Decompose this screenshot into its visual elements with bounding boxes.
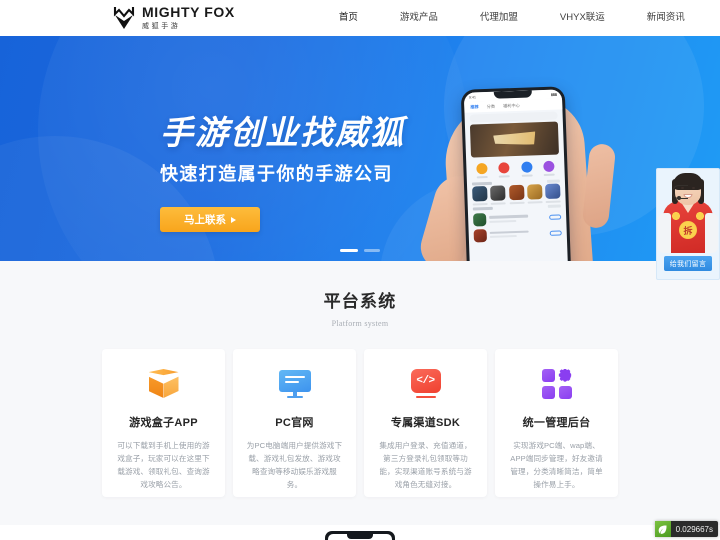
platform-card-list: 游戏盒子APP 可以下载到手机上使用的游戏盒子，玩家可以在这里下载游戏、领取礼包… bbox=[0, 349, 720, 497]
card-icon-wrap bbox=[507, 367, 606, 401]
page-root: MIGHTY FOX 威狐手游 首页 游戏产品 代理加盟 VHYX联运 新闻资讯… bbox=[0, 0, 720, 540]
phone-mockup: 9:41 ▮▮▮ 推荐 分类 福利中心 bbox=[460, 86, 572, 261]
phone-game-item bbox=[545, 183, 561, 203]
card-description: 集成用户登录、充值通道，第三方登录礼包领取等功能，实现渠道账号系统与游戏角色无缝… bbox=[379, 441, 472, 489]
card-icon-wrap: </> bbox=[376, 367, 475, 401]
phone-game-item bbox=[508, 184, 525, 205]
phone-tab-welfare: 福利中心 bbox=[502, 102, 520, 109]
leaf-performance-icon bbox=[654, 521, 671, 537]
agent-eye-right bbox=[692, 187, 695, 189]
logo-title: MIGHTY FOX bbox=[142, 4, 235, 20]
card-title: PC官网 bbox=[275, 417, 314, 429]
phone-game-item bbox=[490, 185, 506, 205]
platform-section: 平台系统 Platform system 游戏盒子APP 可以下载到手机上使用的… bbox=[0, 261, 720, 525]
card-title: 游戏盒子APP bbox=[129, 417, 198, 429]
carousel-indicators bbox=[340, 249, 380, 252]
platform-section-title: 平台系统 bbox=[323, 292, 397, 311]
platform-card-channel-sdk[interactable]: </> 专属渠道SDK 集成用户登录、充值通道，第三方登录礼包领取等功能，实现渠… bbox=[364, 349, 487, 497]
customer-service-agent-photo: 拆 bbox=[657, 169, 719, 253]
platform-card-admin-console[interactable]: 统一管理后台 实现游戏PC端、wap端、APP端同步管理，好友邀请管理，分类清晰… bbox=[495, 349, 618, 497]
blue-monitor-icon bbox=[278, 369, 311, 399]
phone-quick-icon bbox=[476, 162, 488, 179]
hero-title: 手游创业找威狐 bbox=[160, 114, 405, 151]
phone-search-bar bbox=[469, 111, 558, 123]
carousel-dot-1[interactable] bbox=[340, 249, 358, 252]
agent-arm-right bbox=[705, 213, 718, 253]
card-title: 专属渠道SDK bbox=[390, 417, 461, 429]
peek-phone-mockup bbox=[325, 531, 395, 540]
card-icon-wrap bbox=[245, 367, 344, 401]
hero-cta-label: 马上联系 bbox=[184, 214, 226, 226]
phone-tab-recommend: 推荐 bbox=[470, 104, 479, 110]
phone-game-item bbox=[472, 186, 488, 206]
performance-badge[interactable]: 0.029667s bbox=[654, 521, 718, 537]
phone-quick-icon bbox=[520, 161, 533, 177]
card-description: 为PC电脑端用户提供游戏下载、游戏礼包发放、游戏攻略查询等移动娱乐游戏服务。 bbox=[246, 441, 343, 489]
phone-game-item bbox=[526, 184, 543, 204]
phone-game-list bbox=[468, 208, 567, 243]
carousel-dot-2[interactable] bbox=[364, 249, 380, 252]
nav-item-agency[interactable]: 代理加盟 bbox=[459, 0, 539, 36]
phone-notch bbox=[493, 90, 532, 99]
nav-item-home[interactable]: 首页 bbox=[318, 0, 379, 36]
phone-quick-icon bbox=[498, 162, 511, 178]
hero-phone-illustration: 9:41 ▮▮▮ 推荐 分类 福利中心 bbox=[415, 86, 617, 261]
phone-list-item bbox=[473, 226, 562, 243]
phone-tab-category: 分类 bbox=[486, 103, 496, 109]
play-triangle-icon bbox=[231, 216, 236, 223]
red-code-brackets-icon: </> bbox=[410, 369, 441, 399]
platform-section-subtitle: Platform system bbox=[331, 319, 389, 328]
card-title: 统一管理后台 bbox=[522, 417, 591, 429]
card-description: 实现游戏PC端、wap端、APP端同步管理，好友邀请管理，分类清晰简洁，简单操作… bbox=[510, 441, 603, 489]
platform-card-game-box-app[interactable]: 游戏盒子APP 可以下载到手机上使用的游戏盒子，玩家可以在这里下载游戏、领取礼包… bbox=[102, 349, 225, 497]
phone-list-item bbox=[473, 210, 562, 227]
agent-medal-icon: 拆 bbox=[679, 221, 697, 239]
phone-game-grid bbox=[467, 183, 566, 206]
hero-banner: 手游创业找威狐 快速打造属于你的手游公司 马上联系 9:41 ▮▮▮ 推荐 分类 … bbox=[0, 36, 720, 261]
next-section-peek bbox=[0, 525, 720, 540]
phone-hero-banner bbox=[469, 121, 559, 158]
nav-item-news[interactable]: 新闻资讯 bbox=[626, 0, 706, 36]
site-logo[interactable]: MIGHTY FOX 威狐手游 bbox=[113, 5, 235, 31]
nav-item-vhyx[interactable]: VHYX联运 bbox=[539, 0, 626, 36]
performance-value: 0.029667s bbox=[675, 524, 713, 534]
agent-arm-left bbox=[658, 213, 671, 253]
site-header: MIGHTY FOX 威狐手游 首页 游戏产品 代理加盟 VHYX联运 新闻资讯 bbox=[0, 0, 720, 36]
phone-quick-icon bbox=[543, 160, 555, 177]
card-description: 可以下载到手机上使用的游戏盒子，玩家可以在这里下载游戏、领取礼包、查询游戏攻略公… bbox=[117, 441, 210, 489]
logo-subtitle: 威狐手游 bbox=[142, 23, 181, 30]
hero-cta-button[interactable]: 马上联系 bbox=[160, 207, 260, 232]
card-icon-wrap bbox=[114, 367, 213, 401]
agent-decor-left bbox=[671, 211, 681, 221]
headset-mic-icon bbox=[677, 196, 681, 200]
phone-app-tabs: 推荐 分类 福利中心 bbox=[464, 98, 563, 113]
main-navigation: 首页 游戏产品 代理加盟 VHYX联运 新闻资讯 bbox=[318, 0, 706, 36]
platform-card-pc-site[interactable]: PC官网 为PC电脑端用户提供游戏下载、游戏礼包发放、游戏攻略查询等移动娱乐游戏… bbox=[233, 349, 356, 497]
orange-box-icon bbox=[148, 369, 179, 399]
leave-message-button[interactable]: 给我们留言 bbox=[664, 256, 712, 271]
nav-item-games[interactable]: 游戏产品 bbox=[379, 0, 459, 36]
agent-decor-right bbox=[695, 211, 705, 221]
purple-grid-gear-icon bbox=[541, 369, 572, 399]
customer-service-widget[interactable]: 拆 给我们留言 bbox=[656, 168, 720, 280]
phone-screen: 9:41 ▮▮▮ 推荐 分类 福利中心 bbox=[463, 89, 569, 261]
hero-subtitle: 快速打造属于你的手游公司 bbox=[160, 164, 393, 184]
fox-head-logo-icon bbox=[113, 5, 135, 31]
